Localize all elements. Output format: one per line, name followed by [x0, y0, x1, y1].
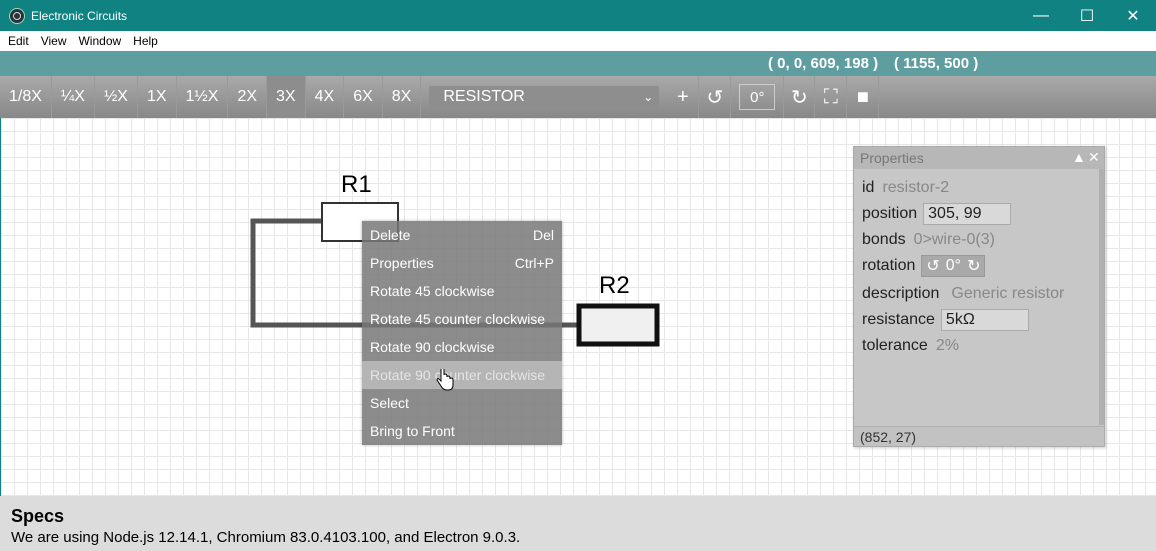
prop-row-id: id resistor-2	[862, 179, 949, 197]
rotate-ccw-icon[interactable]: ↺	[926, 256, 939, 276]
zoom-8x[interactable]: 8X	[383, 76, 422, 118]
prop-label: tolerance	[862, 337, 928, 354]
menu-item-delete[interactable]: Delete Del	[362, 221, 562, 249]
component-select-value: RESISTOR	[443, 88, 525, 105]
zoom-1-half[interactable]: 1½X	[177, 76, 229, 118]
menu-help[interactable]: Help	[129, 34, 162, 48]
fullscreen-icon[interactable]: ⛶	[815, 76, 848, 118]
menu-item-rotate-90-ccw[interactable]: Rotate 90 counter clockwise	[362, 361, 562, 389]
position-input[interactable]: 305, 99	[923, 203, 1012, 225]
prop-label: resistance	[862, 311, 935, 328]
properties-scrollbar[interactable]	[1099, 169, 1104, 425]
window-title: Electronic Circuits	[31, 8, 128, 23]
hand-cursor-icon	[436, 369, 454, 391]
menu-item-label: Rotate 45 counter clockwise	[370, 311, 546, 327]
coordinate-bar: ( 0, 0, 609, 198 ) ( 1155, 500 )	[0, 51, 1156, 76]
menu-item-rotate-45-cw[interactable]: Rotate 45 clockwise	[362, 277, 562, 305]
zoom-half[interactable]: ½X	[95, 76, 138, 118]
prop-label: bonds	[862, 231, 906, 248]
prop-label: rotation	[862, 257, 916, 274]
title-bar: Electronic Circuits — ☐ ✕	[0, 0, 1156, 31]
close-button[interactable]: ✕	[1110, 0, 1156, 31]
toolbar: 1/8X ¼X ½X 1X 1½X 2X 3X 4X 6X 8X RESISTO…	[0, 76, 1156, 118]
prop-row-bonds: bonds 0>wire-0(3)	[862, 231, 995, 249]
menu-item-shortcut: Ctrl+P	[514, 255, 554, 271]
properties-header: Properties ▲ ✕	[854, 147, 1104, 169]
component-select[interactable]: RESISTOR ⌄	[429, 86, 660, 108]
menu-item-label: Delete	[370, 227, 411, 243]
prop-label: id	[862, 179, 875, 196]
prop-value: resistor-2	[882, 179, 950, 196]
prop-label: description	[862, 285, 940, 302]
prop-row-description: description Generic resistor	[862, 285, 1064, 303]
prop-row-tolerance: tolerance 2%	[862, 337, 959, 355]
rotation-control[interactable]: ↺ 0° ↻	[921, 255, 986, 277]
resistance-input[interactable]: 5kΩ	[940, 309, 1029, 331]
angle-input[interactable]: 0°	[739, 84, 776, 110]
rotate-cw-icon[interactable]: ↻	[783, 76, 816, 118]
menu-item-label: Bring to Front	[370, 423, 455, 439]
rotate-cw-icon[interactable]: ↻	[967, 256, 980, 276]
properties-footer: (852, 27)	[854, 426, 1104, 446]
menu-item-select[interactable]: Select	[362, 389, 562, 417]
minimize-button[interactable]: —	[1018, 0, 1064, 31]
menu-bar: Edit View Window Help	[0, 31, 1156, 51]
menu-item-label: Rotate 45 clockwise	[370, 283, 495, 299]
maximize-button[interactable]: ☐	[1064, 0, 1110, 31]
properties-title: Properties	[860, 150, 924, 166]
specs-title: Specs	[11, 506, 65, 526]
menu-item-properties[interactable]: Properties Ctrl+P	[362, 249, 562, 277]
context-menu: Delete Del Properties Ctrl+P Rotate 45 c…	[362, 221, 562, 445]
specs-text: We are using Node.js 12.14.1, Chromium 8…	[11, 529, 521, 546]
prop-row-rotation: rotation ↺ 0° ↻	[862, 255, 986, 277]
zoom-4x[interactable]: 4X	[306, 76, 345, 118]
r2-label: R2	[599, 272, 630, 299]
zoom-2x[interactable]: 2X	[228, 76, 268, 118]
prop-value: 0>wire-0(3)	[913, 231, 995, 248]
zoom-3x[interactable]: 3X	[267, 76, 306, 118]
prop-row-resistance: resistance 5kΩ	[862, 309, 1029, 331]
menu-item-label: Properties	[370, 255, 434, 271]
chevron-down-icon: ⌄	[643, 90, 654, 104]
prop-value: 2%	[935, 337, 959, 354]
zoom-quarter[interactable]: ¼X	[52, 76, 95, 118]
rotate-ccw-icon[interactable]: ↺	[699, 76, 732, 118]
app-icon	[9, 7, 25, 24]
menu-item-label: Rotate 90 counter clockwise	[370, 367, 546, 383]
specs-section: Specs We are using Node.js 12.14.1, Chro…	[0, 496, 1156, 551]
zoom-1-8x[interactable]: 1/8X	[0, 76, 52, 118]
menu-edit[interactable]: Edit	[4, 34, 33, 48]
menu-item-rotate-90-cw[interactable]: Rotate 90 clockwise	[362, 333, 562, 361]
properties-panel: Properties ▲ ✕ id resistor-2 position 30…	[853, 146, 1105, 447]
zoom-6x[interactable]: 6X	[344, 76, 383, 118]
stop-icon[interactable]: ■	[847, 76, 880, 118]
close-icon[interactable]: ✕	[1088, 149, 1100, 166]
window-controls: — ☐ ✕	[1018, 0, 1156, 31]
menu-view[interactable]: View	[37, 34, 71, 48]
canvas-size: ( 1155, 500 )	[894, 55, 979, 72]
menu-window[interactable]: Window	[74, 34, 125, 48]
view-coordinates: ( 0, 0, 609, 198 )	[768, 55, 879, 72]
collapse-icon[interactable]: ▲	[1072, 149, 1086, 165]
add-icon[interactable]: +	[667, 76, 700, 118]
menu-item-label: Rotate 90 clockwise	[370, 339, 495, 355]
prop-row-position: position 305, 99	[862, 203, 1012, 225]
menu-item-shortcut: Del	[532, 227, 554, 243]
zoom-1x[interactable]: 1X	[138, 76, 177, 118]
r1-label: R1	[341, 171, 372, 198]
resistor-r2[interactable]	[576, 303, 660, 347]
prop-value: Generic resistor	[951, 285, 1065, 302]
rotation-value: 0°	[945, 257, 962, 274]
menu-item-bring-to-front[interactable]: Bring to Front	[362, 417, 562, 445]
menu-item-rotate-45-ccw[interactable]: Rotate 45 counter clockwise	[362, 305, 562, 333]
menu-item-label: Select	[370, 395, 409, 411]
prop-label: position	[862, 205, 918, 222]
